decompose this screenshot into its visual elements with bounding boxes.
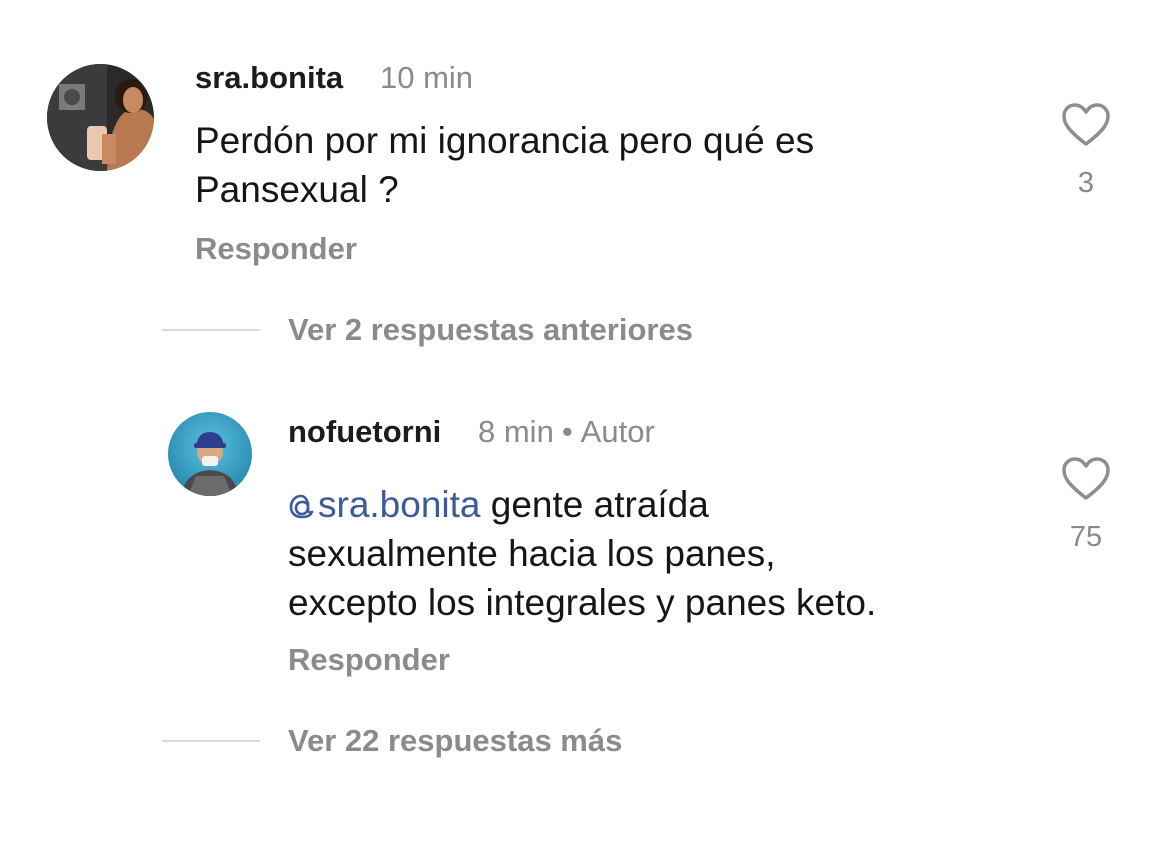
threads-at-icon: [288, 484, 316, 533]
heart-outline-icon[interactable]: [1061, 102, 1111, 153]
comment-meta: 8 min • Autor: [478, 414, 655, 450]
reply-button[interactable]: Responder: [288, 642, 450, 678]
comment-text-line: sexualmente hacia los panes,: [288, 533, 776, 574]
mention-username[interactable]: sra.bonita: [318, 484, 481, 525]
view-more-replies-button[interactable]: Ver 22 respuestas más: [288, 723, 622, 759]
like-count: 75: [1069, 521, 1103, 553]
comment-text-line: Pansexual ?: [195, 169, 399, 210]
comment-timestamp: 8 min: [478, 414, 554, 449]
author-badge: Autor: [580, 414, 655, 449]
comment-text-rest: gente atraída: [480, 484, 709, 525]
comment-text-line: excepto los integrales y panes keto.: [288, 582, 877, 623]
divider-line: [162, 740, 260, 742]
reply-button[interactable]: Responder: [195, 231, 357, 267]
avatar-nofuetorni[interactable]: [168, 412, 252, 496]
avatar-sra-bonita[interactable]: [47, 64, 154, 171]
comment-username[interactable]: sra.bonita: [195, 60, 343, 96]
comment-text-line: sra.bonita gente atraída: [288, 480, 709, 533]
separator-dot: •: [561, 414, 573, 449]
comment-timestamp: 10 min: [380, 60, 474, 95]
view-previous-replies-button[interactable]: Ver 2 respuestas anteriores: [288, 312, 693, 348]
mention-link[interactable]: sra.bonita: [288, 484, 481, 525]
like-count: 3: [1077, 167, 1095, 199]
comment-text-line: Perdón por mi ignorancia pero qué es: [195, 120, 815, 161]
heart-outline-icon[interactable]: [1061, 456, 1111, 507]
comment-username[interactable]: nofuetorni: [288, 414, 441, 450]
divider-line: [162, 329, 260, 331]
